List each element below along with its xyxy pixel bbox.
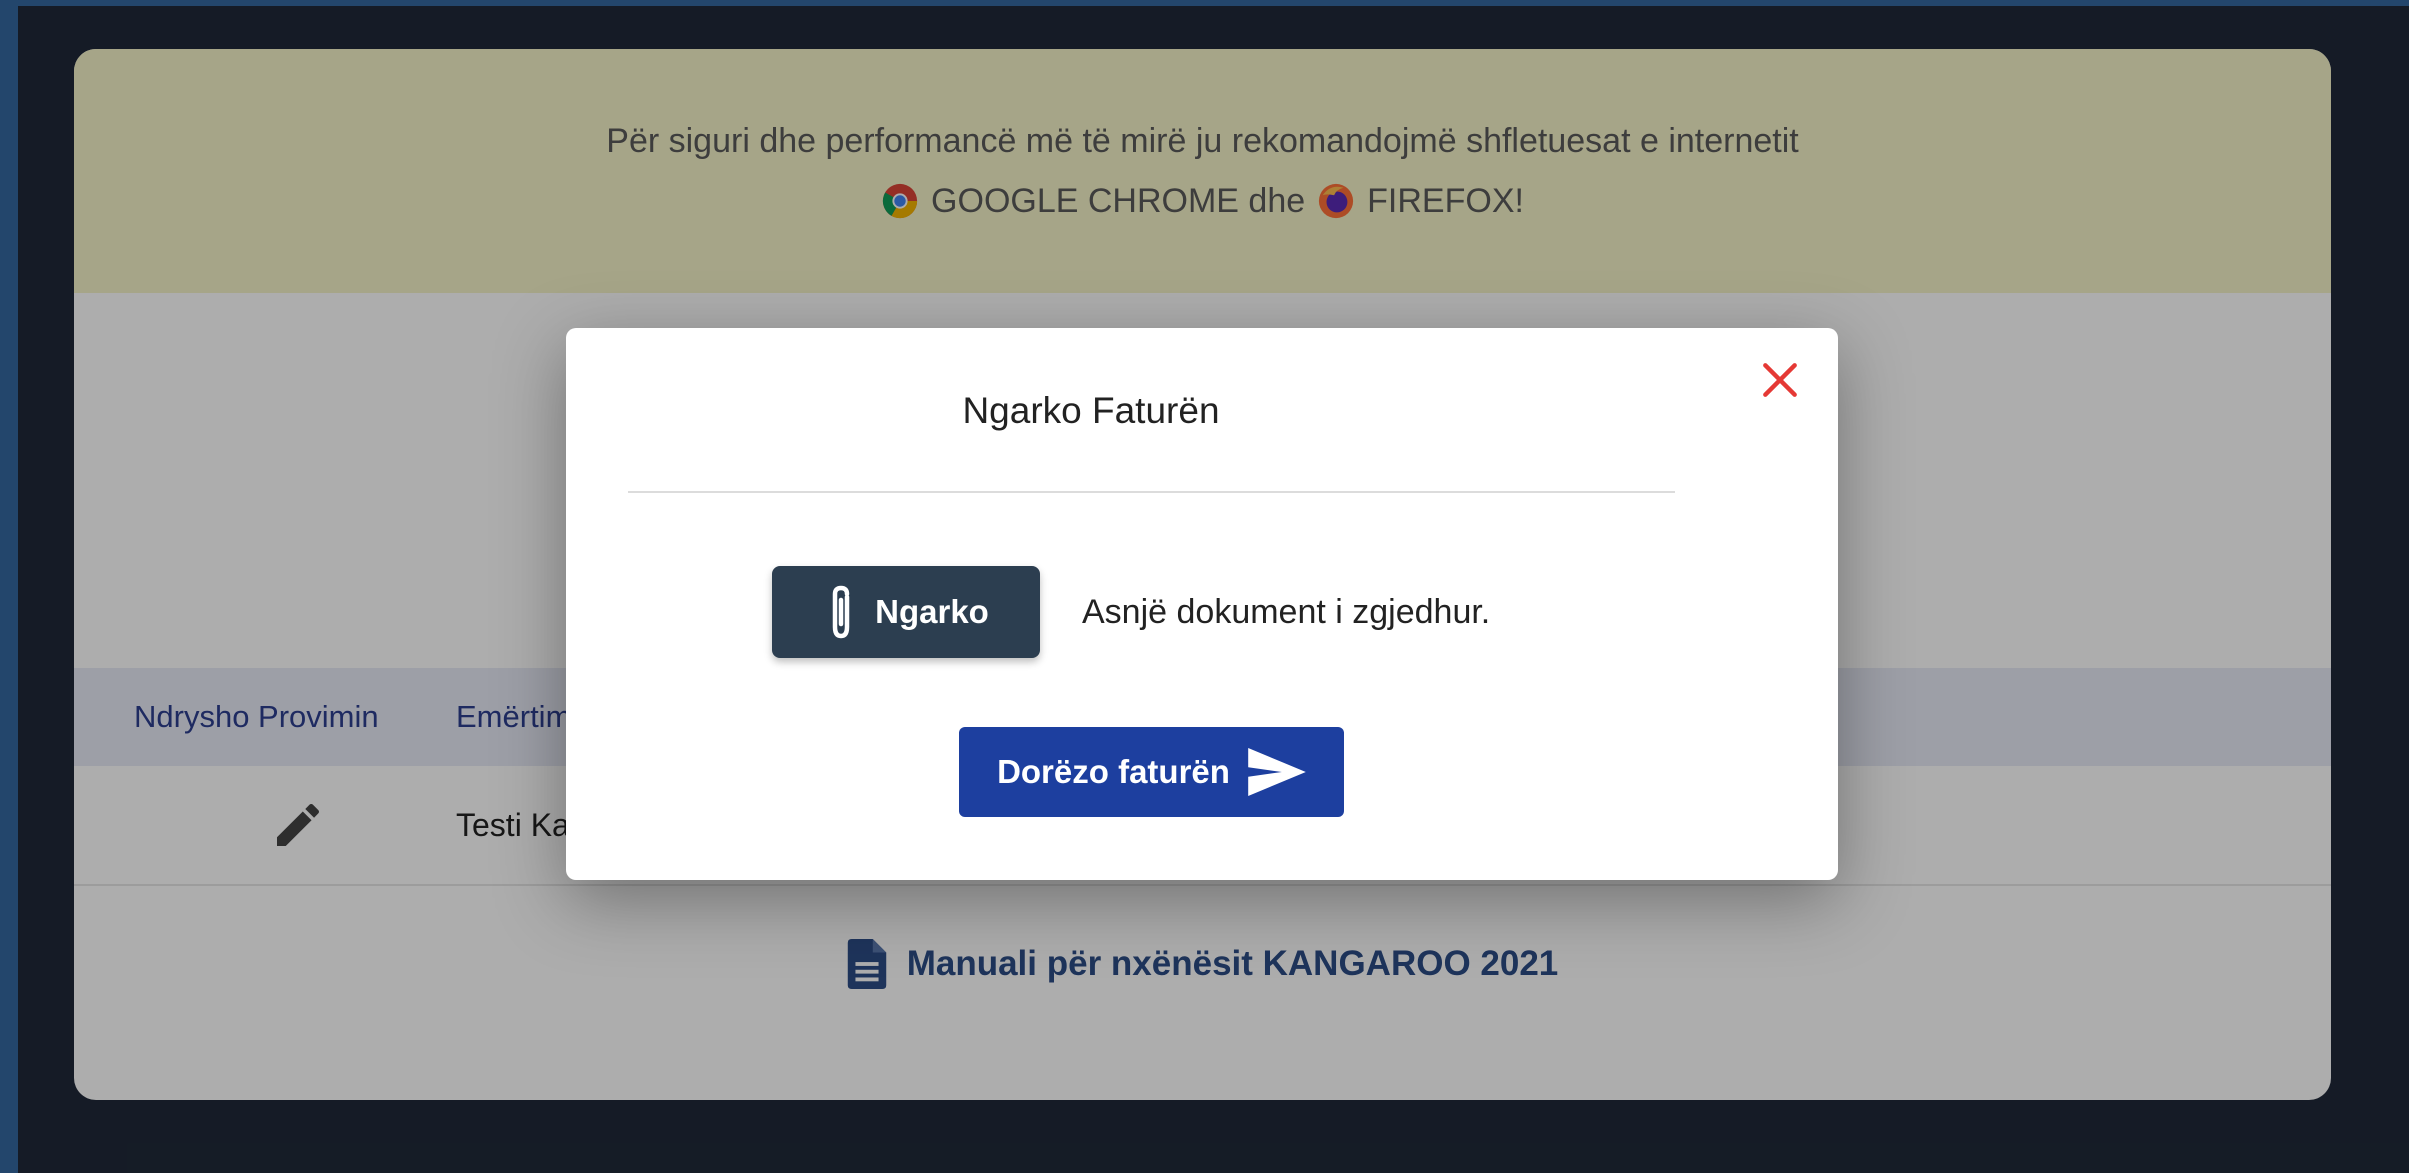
submit-button-label: Dorëzo faturën (997, 753, 1230, 790)
upload-button-label: Ngarko (875, 593, 989, 630)
upload-button[interactable]: Ngarko (772, 566, 1040, 658)
modal-divider (628, 491, 1675, 493)
send-icon (1248, 748, 1306, 796)
submit-invoice-button[interactable]: Dorëzo faturën (959, 727, 1344, 817)
close-icon[interactable] (1758, 358, 1802, 402)
modal-title: Ngarko Faturën (962, 390, 1220, 431)
file-status: Asnjë dokument i zgjedhur. (1082, 593, 1491, 631)
upload-invoice-modal: Ngarko Faturën Ngarko Asnjë dokument i z… (566, 328, 1838, 880)
paperclip-icon (832, 585, 850, 639)
